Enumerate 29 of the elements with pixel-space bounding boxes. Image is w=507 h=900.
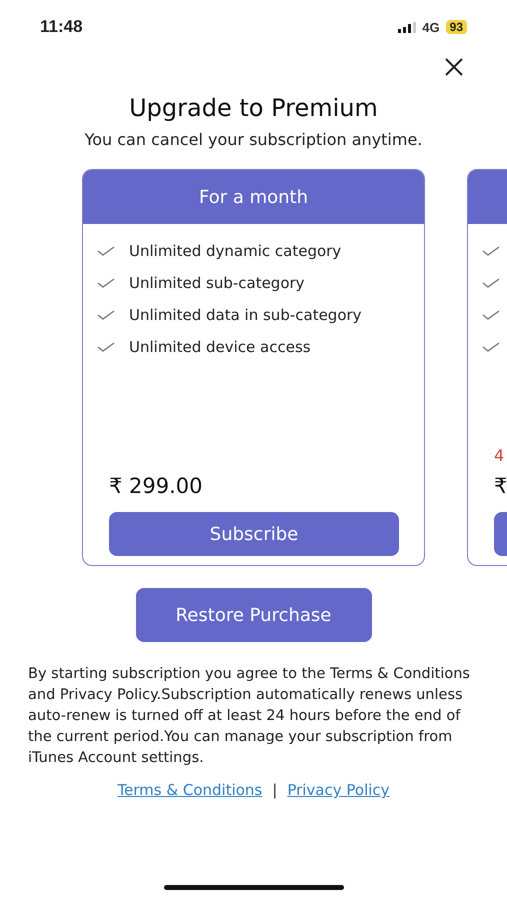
restore-purchase-button[interactable]: Restore Purchase: [136, 588, 372, 642]
plan-note: 4: [494, 446, 506, 466]
check-icon: [482, 309, 500, 321]
signal-icon: [398, 22, 416, 32]
disclaimer-text: By starting subscription you agree to the Terms & Conditions and Privacy Policy.Subscription automatically renews unless auto-renew is turned off at least 24 hours before the end of the current period.You can manage your subscription from iTunes Account settings.: [28, 665, 471, 768]
check-icon: [97, 245, 115, 257]
check-icon: [482, 277, 500, 289]
plan-header: For a month: [83, 170, 424, 224]
feature-text: Unlimited dynamic category: [129, 242, 342, 260]
check-icon: [97, 341, 115, 353]
network-label: 4G: [422, 20, 440, 34]
feature-text: Unlimited device access: [129, 338, 311, 356]
check-icon: [97, 309, 115, 321]
plan-price: ₹ 299.00: [109, 474, 204, 498]
feature-text: Unlimited sub-category: [129, 274, 305, 292]
feature-text: Unlimited data in sub-category: [129, 306, 362, 324]
plan-price: ₹: [494, 474, 507, 498]
page-subtitle: You can cancel your subscription anytime.: [84, 130, 424, 149]
subscribe-button[interactable]: Subscribe: [109, 512, 399, 556]
check-icon: [482, 341, 500, 353]
privacy-link[interactable]: Privacy Policy: [287, 781, 390, 799]
check-icon: [482, 245, 500, 257]
close-icon[interactable]: [445, 58, 463, 76]
link-separator: |: [272, 781, 278, 799]
page-title: Upgrade to Premium: [128, 94, 379, 122]
battery-level: 93: [446, 20, 467, 34]
status-time: 11:48: [40, 17, 83, 37]
check-icon: [97, 277, 115, 289]
terms-link[interactable]: Terms & Conditions: [117, 781, 262, 799]
